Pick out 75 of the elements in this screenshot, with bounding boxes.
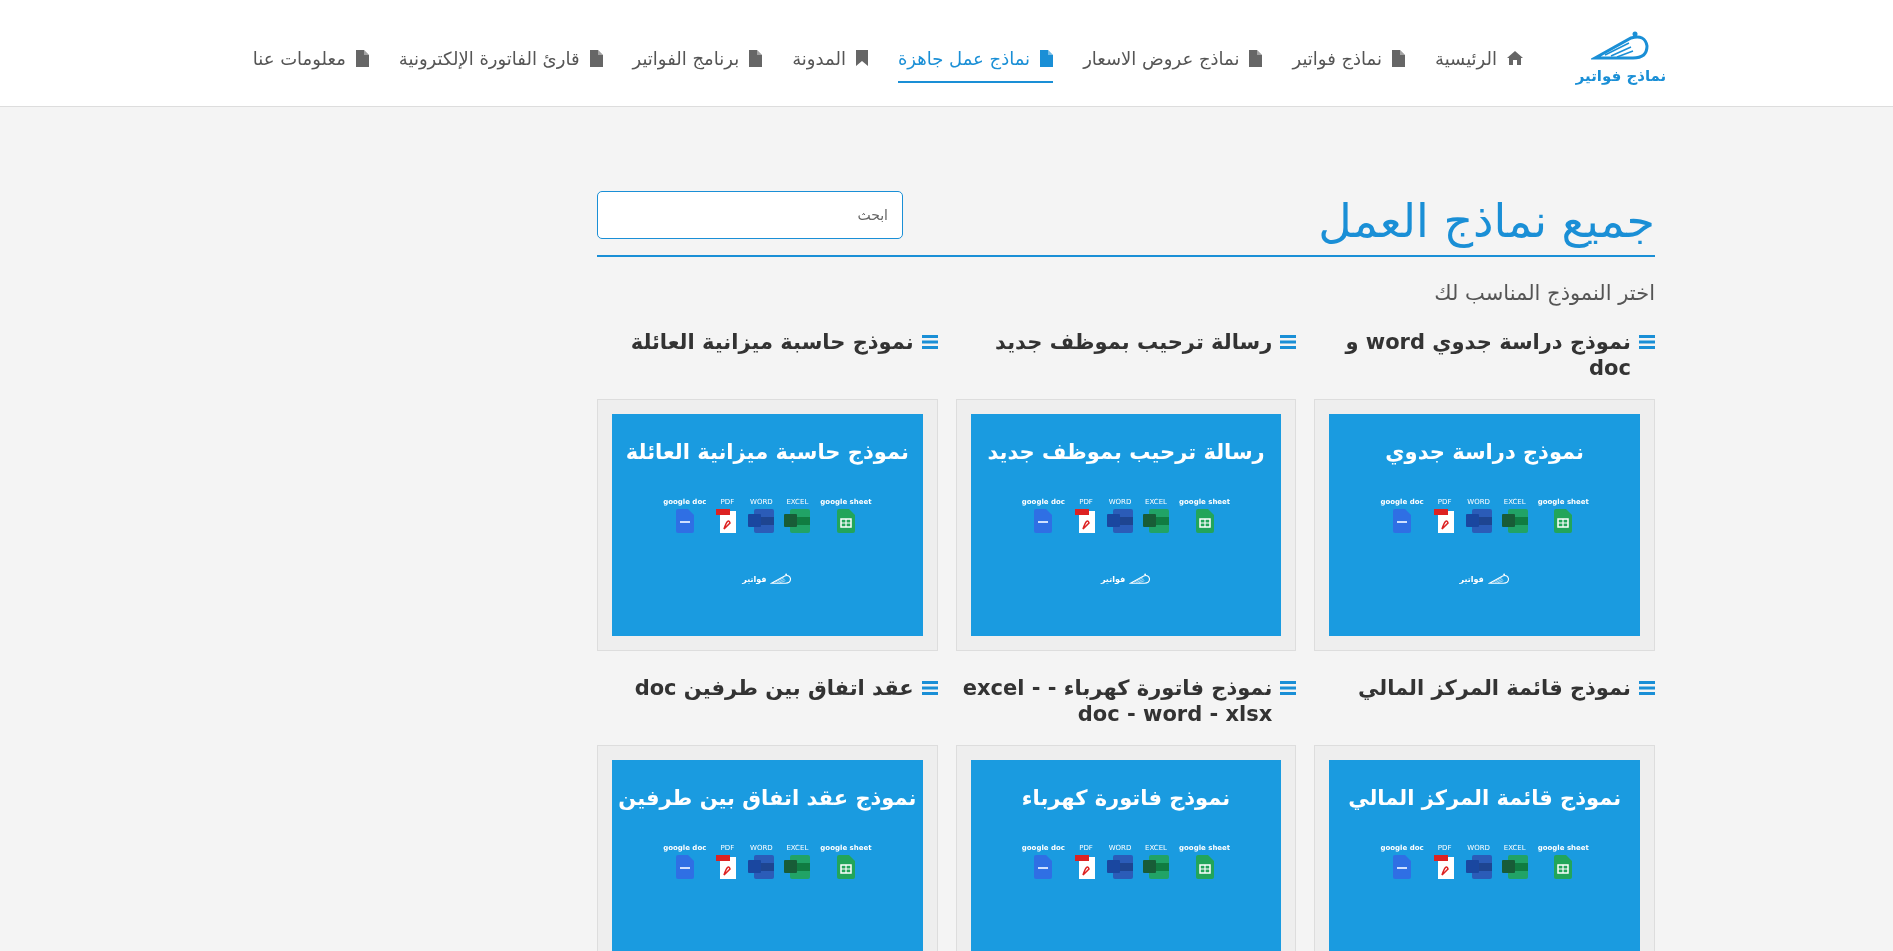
file-icon [749,49,763,67]
spreadsheet-icon [1195,509,1214,533]
logo-icon [1129,573,1152,586]
pdf-file-icon [1075,509,1097,533]
pdf-file-icon [1433,855,1456,879]
document-icon [675,855,694,879]
document-icon [1393,855,1412,879]
file-icon [589,49,603,67]
word-file-icon [1465,855,1492,879]
banner-title: نموذج حاسبة ميزانية العائلة [625,440,909,464]
file-icon [1040,49,1054,67]
nav-link[interactable]: قارئ الفاتورة الإلكترونية [398,37,603,83]
page-title: جميع نماذج العمل [1318,193,1655,250]
pdf-file-icon [716,855,739,879]
logo-icon [1487,573,1510,586]
word-file-icon [1107,509,1133,533]
template-title[interactable]: نموذج حاسبة ميزانية العائلة [630,329,914,355]
logo-icon [770,573,793,586]
search-field[interactable]: ابحث [597,191,903,239]
home-icon [1507,51,1523,65]
bookmark-icon [855,50,868,66]
site-logo-text[interactable]: نماذج فواتير [1575,66,1667,85]
spreadsheet-icon [836,509,855,533]
brand-text: فواتير [742,574,767,584]
list-icon [921,335,938,349]
banner-title: رسالة ترحيب بموظف جديد [987,440,1265,464]
banner-title: نموذج دراسة جدوي [1385,440,1584,464]
file-icon [1392,49,1405,67]
nav-link[interactable]: المدونة [792,37,868,83]
template-title[interactable]: نموذج فاتورة كهرباء - excel - doc - word - xlsx [955,675,1273,727]
pdf-file-icon [1433,509,1456,533]
word-file-icon [748,855,775,879]
logo-icon [1591,29,1651,63]
page-subtitle: اختر النموذج المناسب لك [1433,281,1655,305]
document-icon [1034,509,1053,533]
spreadsheet-icon [836,855,855,879]
template-title[interactable]: نموذج دراسة جدوي word و doc [1314,329,1631,381]
document-icon [1393,509,1412,533]
excel-file-icon [1501,855,1528,879]
brand-text: فواتير [1100,574,1126,584]
nav-link[interactable]: الرئيسية [1435,37,1523,83]
word-file-icon [748,509,775,533]
banner-title: نموذج فاتورة كهرباء [1021,786,1231,810]
nav-link[interactable]: نماذج عروض الاسعار [1083,37,1263,83]
template-title[interactable]: عقد اتفاق بين طرفين doc [634,675,914,701]
spreadsheet-icon [1554,509,1573,533]
nav-link[interactable]: نماذج فواتير [1292,37,1405,83]
excel-file-icon [784,509,811,533]
file-icon [355,49,369,67]
nav-link[interactable]: برنامج الفواتير [632,37,763,83]
list-icon [1280,681,1297,695]
list-icon [1280,335,1297,349]
excel-file-icon [1143,855,1169,879]
pdf-file-icon [716,509,739,533]
excel-file-icon [784,855,811,879]
list-icon [1639,335,1655,349]
pdf-file-icon [1075,855,1097,879]
banner-title: نموذج قائمة المركز المالي [1348,786,1622,810]
list-icon [921,681,938,695]
word-file-icon [1107,855,1133,879]
document-icon [1034,855,1053,879]
word-file-icon [1465,509,1492,533]
excel-file-icon [1143,509,1169,533]
excel-file-icon [1501,509,1528,533]
nav-link[interactable]: معلومات عنا [252,37,369,83]
nav-link[interactable]: نماذج عمل جاهزة [897,37,1054,83]
brand-text: فواتير [1459,574,1484,584]
file-icon [1249,49,1263,67]
banner-title: نموذج عقد اتفاق بين طرفين [618,786,917,810]
template-title[interactable]: رسالة ترحيب بموظف جديد [995,329,1273,355]
spreadsheet-icon [1554,855,1573,879]
template-title[interactable]: نموذج قائمة المركز المالي [1358,675,1631,701]
document-icon [675,509,694,533]
list-icon [1639,681,1655,695]
spreadsheet-icon [1195,855,1214,879]
